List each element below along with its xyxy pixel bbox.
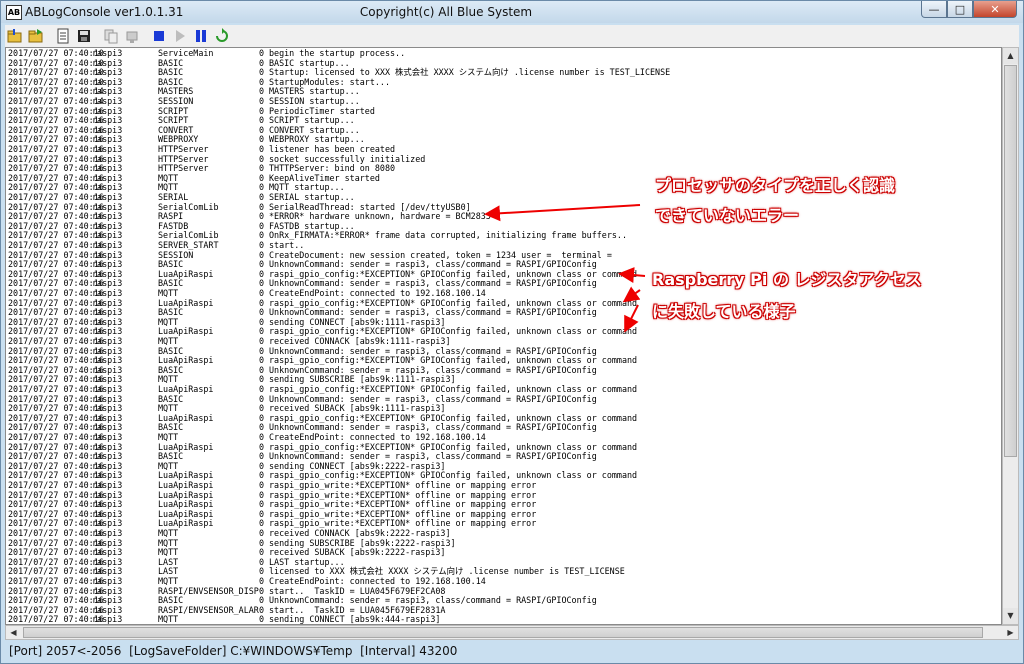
annotation-arrow-gpio-3 [624,304,639,333]
annotation-arrows [484,204,646,333]
annotation-arrow-gpio-2 [622,286,641,303]
annotation-register-line2: に失敗している様子 [652,302,796,321]
annotation-register-line1: Raspberry Pi の レジスタアクセス [652,270,922,289]
annotation-processor-line1: プロセッサのタイプを正しく認識 [655,176,896,195]
annotation-arrow-hardware [484,204,641,222]
annotation-processor-line2: できていないエラー [655,206,800,225]
annotation-arrow-gpio-1 [618,267,646,284]
